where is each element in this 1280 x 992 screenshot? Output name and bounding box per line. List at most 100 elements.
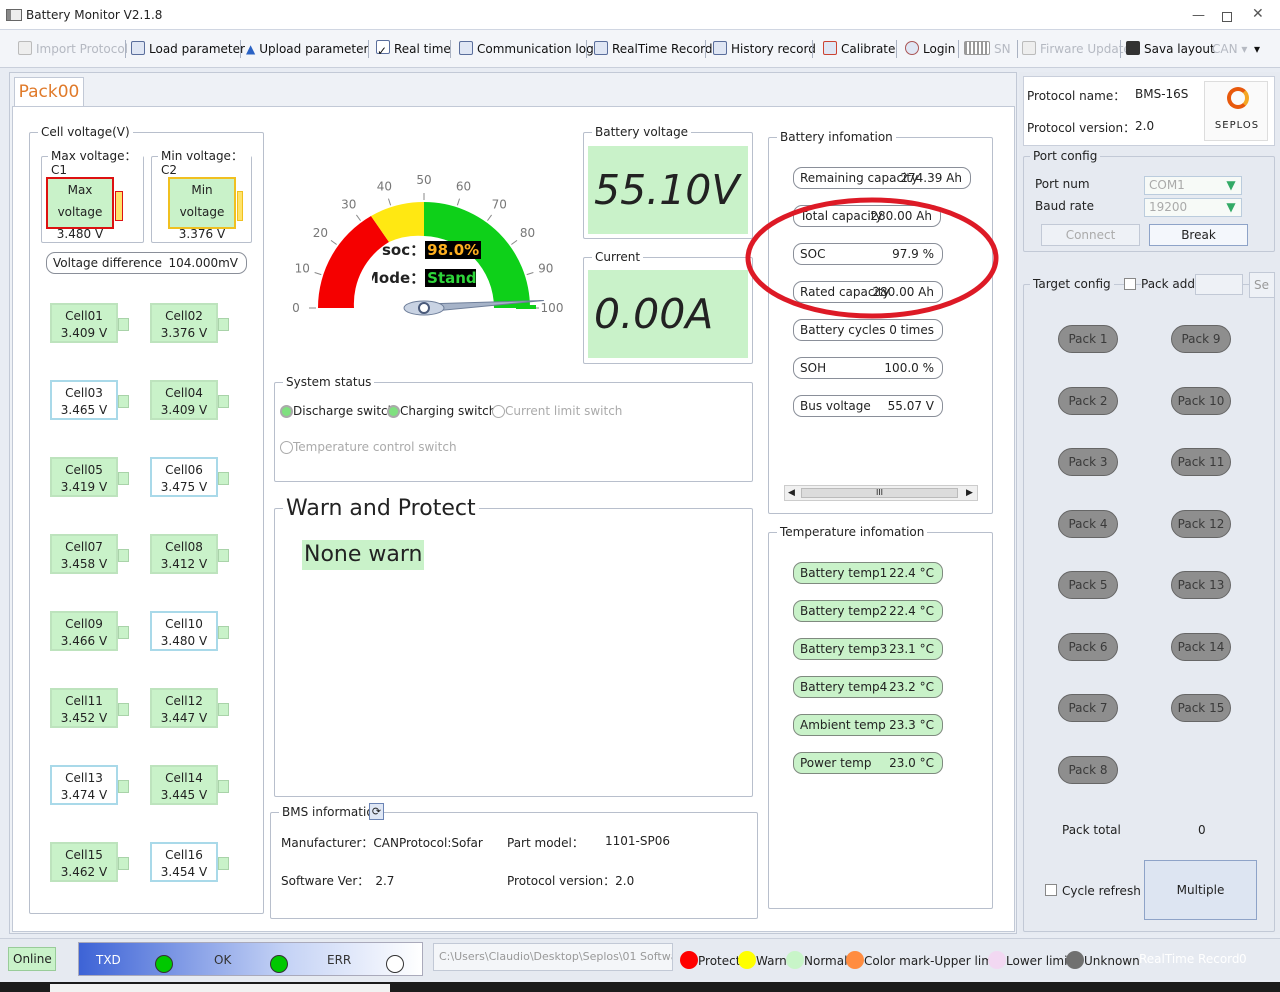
pack-button[interactable]: Pack 13 bbox=[1171, 571, 1231, 599]
current-value: 0.00A bbox=[588, 270, 748, 358]
pack-button[interactable]: Pack 8 bbox=[1058, 755, 1118, 784]
restore-icon[interactable] bbox=[1222, 12, 1232, 22]
break-button[interactable]: Break bbox=[1149, 224, 1248, 246]
legend-upper-limit: Color mark-Upper limit bbox=[846, 951, 1001, 969]
minimize-icon[interactable]: — bbox=[1192, 8, 1205, 23]
scroll-right-icon[interactable]: ▶ bbox=[966, 486, 973, 500]
upload-parameter-button[interactable]: ▲ Upload parameter bbox=[246, 39, 368, 59]
info-value: 274.39 Ah bbox=[900, 171, 962, 185]
cell-voltage-title: Cell voltage(V) bbox=[38, 125, 133, 139]
battery-tip-icon bbox=[118, 703, 129, 716]
pack-button[interactable]: Pack 6 bbox=[1058, 632, 1118, 661]
temp-label: Ambient temp bbox=[800, 718, 886, 732]
battery-tip-icon bbox=[218, 703, 229, 716]
pack-button[interactable]: Pack 3 bbox=[1058, 448, 1118, 476]
communication-log-button[interactable]: Communication log bbox=[459, 39, 594, 59]
title-bar: Battery Monitor V2.1.8 — ✕ bbox=[0, 0, 1280, 30]
realtime-record-count: 0 bbox=[1239, 952, 1247, 966]
battery-tip-icon bbox=[218, 395, 229, 408]
pack-button[interactable]: Pack 14 bbox=[1171, 632, 1231, 661]
protocol-version-field: Protocol version：2.0 bbox=[507, 874, 635, 888]
cell-name: Cell05 bbox=[65, 463, 103, 477]
scroll-thumb[interactable]: III bbox=[801, 488, 958, 498]
pack-button[interactable]: Pack 7 bbox=[1058, 694, 1118, 722]
cycle-refresh-checkbox[interactable] bbox=[1045, 884, 1057, 896]
cell-voltage: 3.419 V bbox=[60, 480, 108, 494]
battery-tip-icon bbox=[118, 318, 129, 331]
cell-voltage: 3.480 V bbox=[160, 634, 208, 648]
pack-addr-checkbox[interactable] bbox=[1124, 278, 1136, 290]
unknown-dot-icon bbox=[1066, 951, 1084, 969]
battery-tip-icon bbox=[218, 549, 229, 562]
gauge-tick-label: 100 bbox=[541, 301, 564, 315]
scroll-left-icon[interactable]: ◀ bbox=[788, 486, 795, 500]
temp-value: 23.2 °C bbox=[889, 680, 934, 694]
realtime-record-button[interactable]: RealTime Record bbox=[594, 39, 713, 59]
pack-button[interactable]: Pack 2 bbox=[1058, 386, 1118, 415]
temp-control-led-icon bbox=[280, 441, 293, 454]
cell-name: Cell12 bbox=[165, 694, 203, 708]
warn-dot-icon bbox=[738, 951, 756, 969]
cell-name: Cell09 bbox=[65, 617, 103, 631]
real-time-button[interactable]: ✓ Real time bbox=[376, 39, 451, 59]
close-icon[interactable]: ✕ bbox=[1252, 6, 1264, 22]
temp-label: Battery temp4 bbox=[800, 680, 888, 694]
cell-item: Cell14 3.445 V bbox=[150, 765, 229, 805]
calibrate-button[interactable]: Calibrate bbox=[823, 39, 895, 59]
file-path-field: C:\Users\Claudio\Desktop\Seplos\01 Softw… bbox=[433, 943, 673, 971]
connect-button[interactable]: Connect bbox=[1041, 224, 1140, 246]
txd-label: TXD bbox=[96, 953, 121, 967]
chevron-down-icon: ▼ bbox=[1226, 200, 1236, 214]
toolbar-overflow-icon[interactable]: ▾ bbox=[1254, 39, 1260, 59]
warn-status-value: None warn bbox=[302, 540, 425, 570]
firmware-update-button[interactable]: Firware Update bbox=[1022, 39, 1131, 59]
history-record-button[interactable]: History record bbox=[713, 39, 816, 59]
can-dropdown[interactable]: CAN ▾ bbox=[1212, 39, 1247, 59]
pack-button[interactable]: Pack 4 bbox=[1058, 509, 1118, 538]
pack-button[interactable]: Pack 10 bbox=[1171, 386, 1231, 415]
temp-value: 23.1 °C bbox=[889, 642, 934, 656]
gauge-tick-label: 40 bbox=[377, 179, 392, 193]
load-parameter-button[interactable]: Load parameter bbox=[131, 39, 245, 59]
logo-icon bbox=[1227, 87, 1249, 109]
save-layout-button[interactable]: Sava layout bbox=[1126, 39, 1215, 59]
refresh-icon[interactable]: ⟳ bbox=[369, 803, 384, 820]
tab-pack00[interactable]: Pack00 bbox=[14, 77, 84, 107]
software-version-field: Software Ver： 2.7 bbox=[281, 874, 395, 888]
horizontal-scrollbar[interactable]: ◀ III ▶ bbox=[784, 485, 978, 501]
cell-voltage: 3.409 V bbox=[160, 403, 208, 417]
pack-addr-input[interactable] bbox=[1195, 274, 1243, 295]
cell-voltage: 3.452 V bbox=[60, 711, 108, 725]
pack-button[interactable]: Pack 5 bbox=[1058, 571, 1118, 599]
upload-arrow-icon: ▲ bbox=[246, 42, 256, 56]
sn-button[interactable]: SN bbox=[964, 39, 1011, 59]
temperature-information-group: Temperature infomation Battery temp1 22.4… bbox=[768, 525, 993, 909]
pack-button[interactable]: Pack 12 bbox=[1171, 509, 1231, 538]
realtime-record-status: RealTime Record bbox=[1139, 952, 1240, 966]
floppy-disk-icon bbox=[1126, 41, 1140, 55]
multiple-button[interactable]: Multiple bbox=[1144, 860, 1257, 920]
cell-voltage: 3.462 V bbox=[60, 865, 108, 879]
cell-voltage: 3.466 V bbox=[60, 634, 108, 648]
cell-name: Cell11 bbox=[65, 694, 103, 708]
soc-readout: soc： 98.0% bbox=[382, 241, 482, 259]
login-button[interactable]: Login bbox=[905, 39, 955, 59]
pack-total-label: Pack total bbox=[1062, 823, 1121, 837]
online-status: Online bbox=[8, 947, 56, 971]
pack-button[interactable]: Pack 11 bbox=[1171, 448, 1231, 476]
cell-voltage: 3.409 V bbox=[60, 326, 108, 340]
baud-rate-select[interactable]: 19200 ▼ bbox=[1144, 198, 1242, 217]
pack-button[interactable]: Pack 9 bbox=[1171, 325, 1231, 353]
gauge-tick-label: 10 bbox=[295, 261, 310, 275]
set-button[interactable]: Se bbox=[1249, 272, 1275, 298]
import-protocol-button[interactable]: Import Protocol bbox=[18, 39, 128, 59]
pack-button[interactable]: Pack 15 bbox=[1171, 694, 1231, 722]
port-num-select[interactable]: COM1 ▼ bbox=[1144, 176, 1242, 195]
cell-voltage: 3.454 V bbox=[160, 865, 208, 879]
cell-voltage: 3.474 V bbox=[60, 788, 108, 802]
pack-button[interactable]: Pack 1 bbox=[1058, 325, 1118, 353]
history-icon bbox=[713, 41, 727, 55]
gauge-tick bbox=[526, 271, 534, 276]
gauge-tick bbox=[511, 240, 518, 245]
seplos-logo: SEPLOS bbox=[1204, 81, 1268, 141]
